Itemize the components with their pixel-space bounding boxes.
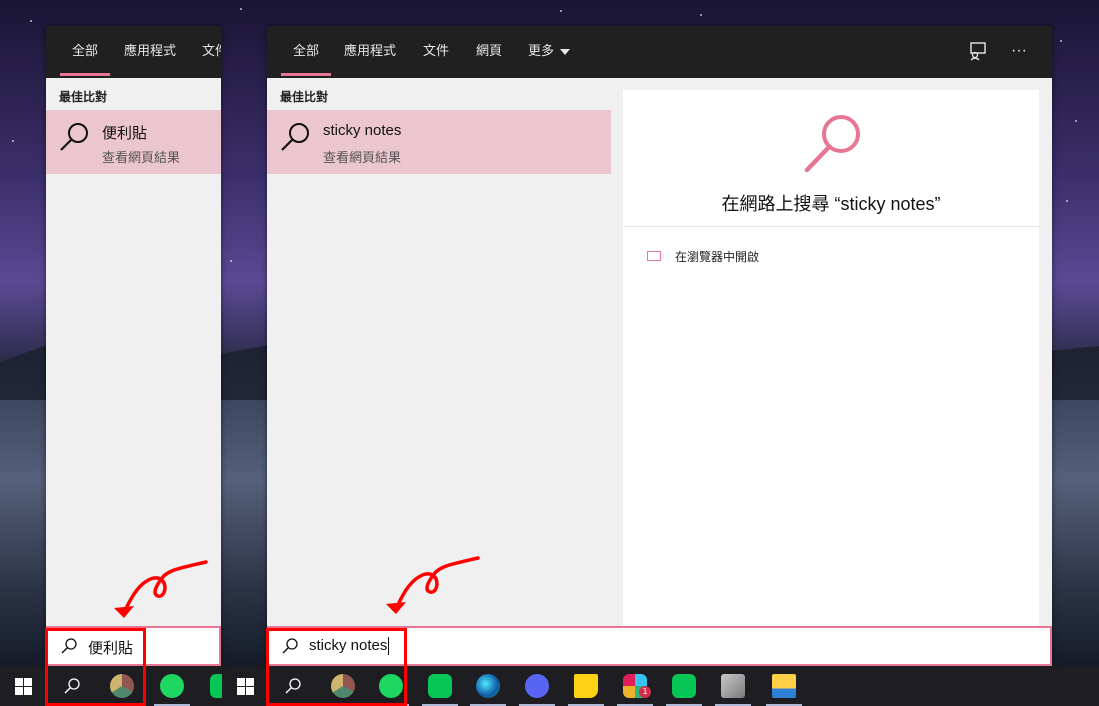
- taskbar-line[interactable]: [416, 666, 464, 706]
- search-icon: [60, 123, 88, 151]
- start-button[interactable]: [0, 666, 48, 706]
- best-match-subtitle: 查看網頁結果: [102, 150, 181, 165]
- best-match-label: 最佳比對: [59, 90, 108, 104]
- sticky-notes-icon: [574, 674, 598, 698]
- line-icon: [428, 674, 452, 698]
- media-player-icon: [721, 674, 745, 698]
- open-in-browser-link[interactable]: 在瀏覽器中開啟: [647, 248, 759, 265]
- tab-all[interactable]: 全部: [59, 26, 111, 78]
- open-external-icon: [647, 250, 661, 261]
- annotation-highlight-box-left: [45, 628, 146, 706]
- taskbar: 1: [0, 666, 1099, 706]
- tab-documents[interactable]: 文件: [423, 26, 449, 78]
- best-match-label: 最佳比對: [280, 90, 329, 104]
- tab-documents[interactable]: 文件: [202, 26, 221, 78]
- preview-heading: 在網路上搜尋 “sticky notes”: [721, 194, 941, 214]
- discord-icon: [525, 674, 549, 698]
- taskbar-line[interactable]: [198, 666, 222, 706]
- taskbar-file-explorer[interactable]: [760, 666, 808, 706]
- notification-badge: 1: [639, 686, 651, 698]
- feedback-icon[interactable]: [967, 40, 989, 62]
- best-match-subtitle: 查看網頁結果: [323, 150, 402, 165]
- more-options-icon[interactable]: ···: [1008, 40, 1030, 62]
- best-match-result[interactable]: sticky notes 查看網頁結果: [267, 110, 611, 174]
- line-icon: [672, 674, 696, 698]
- taskbar-sticky-notes[interactable]: [562, 666, 610, 706]
- taskbar-edge[interactable]: [464, 666, 512, 706]
- taskbar-line-2[interactable]: [660, 666, 708, 706]
- chevron-down-icon: [560, 48, 571, 55]
- tab-web[interactable]: 網頁: [476, 26, 502, 78]
- best-match-result[interactable]: 便利貼 查看網頁結果: [46, 110, 221, 174]
- annotation-arrow-left-icon: [114, 560, 208, 618]
- search-icon: [281, 123, 309, 151]
- tab-apps[interactable]: 應用程式: [344, 26, 396, 78]
- preview-divider: [623, 226, 1039, 227]
- search-tabs-bar: 全部 應用程式 文件 網頁 更多 ···: [267, 26, 1052, 78]
- result-preview-pane: 在網路上搜尋 “sticky notes” 在瀏覽器中開啟: [623, 90, 1039, 664]
- web-search-icon: [804, 115, 860, 173]
- taskbar-slack[interactable]: 1: [611, 666, 659, 706]
- tab-all[interactable]: 全部: [280, 26, 332, 78]
- search-tabs-bar: 全部 應用程式 文件: [46, 26, 221, 78]
- tab-more[interactable]: 更多: [528, 26, 571, 78]
- annotation-arrow-right-icon: [386, 556, 480, 614]
- open-in-browser-label: 在瀏覽器中開啟: [675, 250, 760, 264]
- tab-more-label: 更多: [528, 43, 555, 58]
- best-match-title: sticky notes: [323, 122, 402, 139]
- taskbar-media-player[interactable]: [709, 666, 757, 706]
- tab-apps[interactable]: 應用程式: [124, 26, 176, 78]
- edge-icon: [476, 674, 500, 698]
- taskbar-discord[interactable]: [513, 666, 561, 706]
- spotify-icon: [160, 674, 184, 698]
- line-icon: [210, 674, 222, 698]
- windows-start-icon: [237, 678, 254, 695]
- windows-start-icon: [15, 678, 32, 695]
- best-match-title: 便利貼: [102, 125, 148, 142]
- file-explorer-icon: [772, 674, 796, 698]
- annotation-highlight-box-right: [266, 628, 407, 706]
- taskbar-spotify[interactable]: [148, 666, 196, 706]
- start-button[interactable]: [222, 666, 270, 706]
